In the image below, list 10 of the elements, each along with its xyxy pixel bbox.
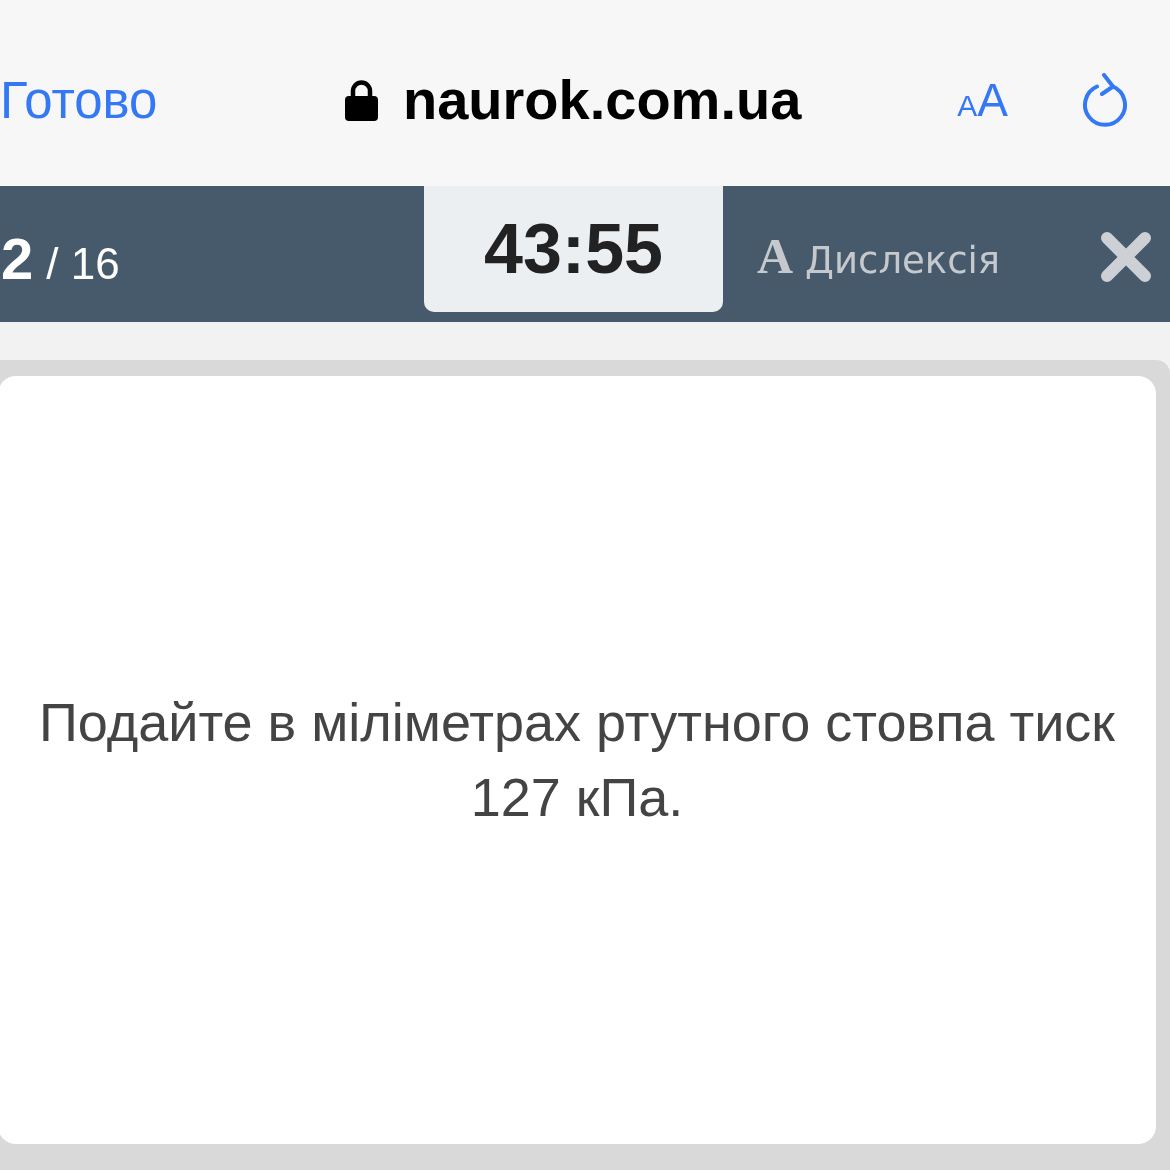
text-size-button[interactable]: AA [957, 77, 1008, 123]
question-text: Подайте в міліметрах ртутного стовпа тиск 127 кПа. [38, 691, 1116, 829]
close-icon[interactable] [1100, 231, 1152, 283]
done-button[interactable]: Готово [0, 74, 158, 126]
question-counter: 2 / 16 [1, 230, 120, 288]
reload-icon[interactable] [1082, 73, 1128, 127]
lock-icon [345, 79, 378, 121]
dyslexia-button[interactable]: A Дислексія [757, 231, 1001, 281]
timer: 43:55 [424, 186, 723, 312]
url-text[interactable]: naurok.com.ua [403, 72, 802, 128]
